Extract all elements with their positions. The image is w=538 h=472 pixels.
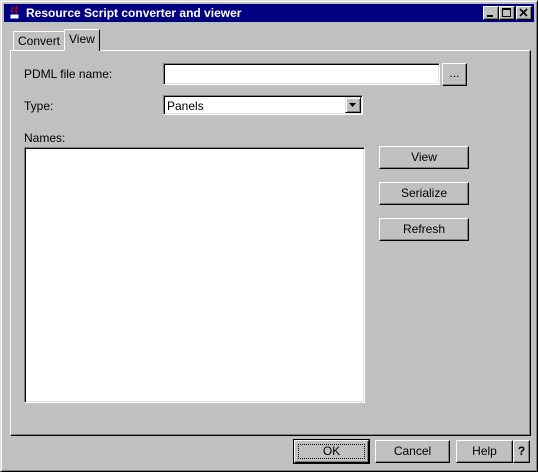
browse-button-label: ...	[449, 66, 460, 80]
title-bar[interactable]: Resource Script converter and viewer	[4, 4, 534, 22]
help-button-label: Help	[472, 444, 497, 458]
java-app-icon	[7, 5, 23, 21]
type-select[interactable]: Panels	[163, 95, 363, 115]
pdml-file-input[interactable]	[163, 63, 440, 85]
whats-this-button[interactable]: ?	[513, 440, 530, 463]
refresh-button-label: Refresh	[402, 222, 446, 236]
ok-button-label: OK	[322, 444, 341, 458]
app-window: Resource Script converter and viewer Con…	[0, 0, 538, 472]
type-select-value: Panels	[167, 99, 204, 113]
tab-view-label: View	[69, 32, 95, 46]
type-label: Type:	[24, 99, 54, 113]
window-title: Resource Script converter and viewer	[26, 6, 242, 20]
cancel-button[interactable]: Cancel	[375, 440, 450, 463]
tab-convert[interactable]: Convert	[13, 31, 66, 51]
chevron-down-icon	[349, 103, 356, 107]
names-list[interactable]	[24, 147, 365, 403]
pdml-file-label: PDML file name:	[24, 67, 113, 81]
cancel-button-label: Cancel	[393, 444, 432, 458]
tab-convert-label: Convert	[18, 34, 61, 48]
names-label: Names:	[24, 131, 66, 145]
view-button-label: View	[411, 150, 437, 164]
view-button[interactable]: View	[379, 146, 469, 169]
help-button[interactable]: Help	[456, 440, 513, 463]
serialize-button[interactable]: Serialize	[379, 182, 469, 205]
minimize-icon	[487, 15, 493, 17]
serialize-button-label: Serialize	[400, 186, 448, 200]
maximize-icon	[502, 8, 511, 17]
tab-view[interactable]: View	[64, 29, 100, 51]
close-icon	[519, 8, 528, 17]
maximize-button[interactable]	[499, 6, 515, 20]
ok-button[interactable]: OK	[293, 439, 370, 464]
minimize-button[interactable]	[483, 6, 499, 20]
browse-button[interactable]: ...	[442, 63, 467, 86]
type-dropdown-button[interactable]	[345, 97, 361, 113]
refresh-button[interactable]: Refresh	[379, 218, 469, 241]
close-button[interactable]	[516, 6, 532, 20]
whats-this-label: ?	[517, 444, 526, 458]
